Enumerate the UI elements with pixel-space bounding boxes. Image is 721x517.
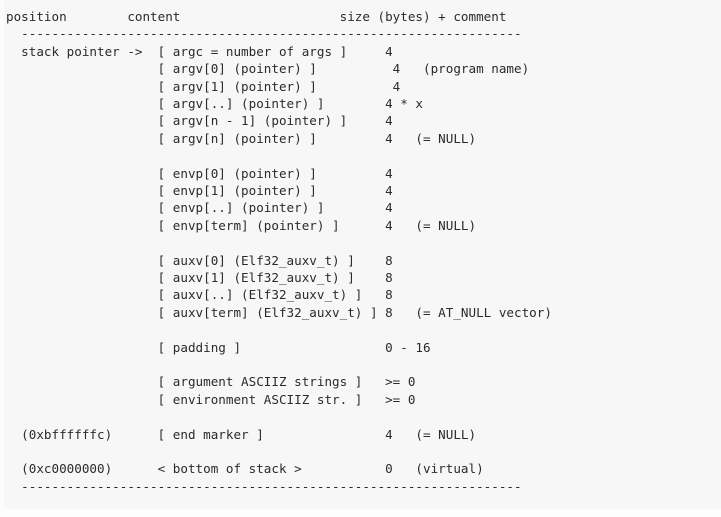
spacer-after-argv bbox=[6, 147, 552, 164]
row-envp-dots: [ envp[..] (pointer) ] 4 bbox=[6, 199, 552, 216]
bottom-separator-rule: ----------------------------------------… bbox=[6, 478, 552, 495]
spacer-after-envp bbox=[6, 234, 552, 251]
row-bottom-of-stack: (0xc0000000) < bottom of stack > 0 (virt… bbox=[6, 460, 552, 477]
row-argv-0: [ argv[0] (pointer) ] 4 (program name) bbox=[6, 60, 552, 77]
row-auxv-0: [ auxv[0] (Elf32_auxv_t) ] 8 bbox=[6, 252, 552, 269]
process-stack-layout-diagram: position content size (bytes) + comment … bbox=[6, 8, 552, 495]
row-end-marker: (0xbffffffc) [ end marker ] 4 (= NULL) bbox=[6, 426, 552, 443]
row-argument-asciiz-strings: [ argument ASCIIZ strings ] >= 0 bbox=[6, 373, 552, 390]
row-auxv-1: [ auxv[1] (Elf32_auxv_t) ] 8 bbox=[6, 269, 552, 286]
spacer-after-end-marker bbox=[6, 443, 552, 460]
spacer-after-strings bbox=[6, 408, 552, 425]
row-padding: [ padding ] 0 - 16 bbox=[6, 339, 552, 356]
row-argv-n-minus-1: [ argv[n - 1] (pointer) ] 4 bbox=[6, 112, 552, 129]
row-argv-dots: [ argv[..] (pointer) ] 4 * x bbox=[6, 95, 552, 112]
top-separator-rule: ----------------------------------------… bbox=[6, 25, 552, 42]
spacer-after-padding bbox=[6, 356, 552, 373]
row-envp-1: [ envp[1] (pointer) ] 4 bbox=[6, 182, 552, 199]
spacer-after-auxv bbox=[6, 321, 552, 338]
column-header-row: position content size (bytes) + comment bbox=[6, 8, 552, 25]
diagram-page: position content size (bytes) + comment … bbox=[0, 0, 721, 517]
row-argv-n: [ argv[n] (pointer) ] 4 (= NULL) bbox=[6, 130, 552, 147]
row-auxv-term: [ auxv[term] (Elf32_auxv_t) ] 8 (= AT_NU… bbox=[6, 304, 552, 321]
row-stack-pointer-argc: stack pointer -> [ argc = number of args… bbox=[6, 43, 552, 60]
row-environment-asciiz-strings: [ environment ASCIIZ str. ] >= 0 bbox=[6, 391, 552, 408]
row-envp-0: [ envp[0] (pointer) ] 4 bbox=[6, 165, 552, 182]
row-envp-term: [ envp[term] (pointer) ] 4 (= NULL) bbox=[6, 217, 552, 234]
row-argv-1: [ argv[1] (pointer) ] 4 bbox=[6, 78, 552, 95]
row-auxv-dots: [ auxv[..] (Elf32_auxv_t) ] 8 bbox=[6, 286, 552, 303]
